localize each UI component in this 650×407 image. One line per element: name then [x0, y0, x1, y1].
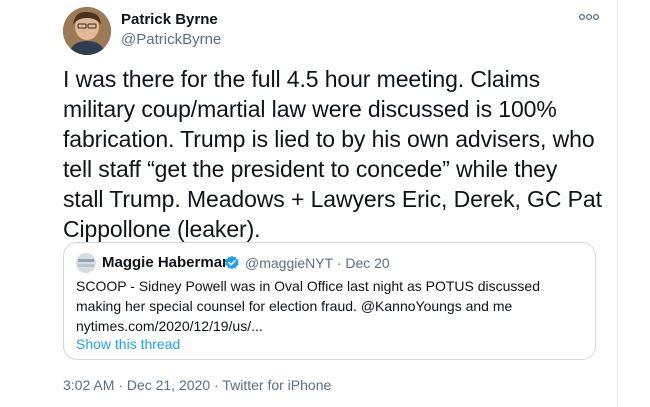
right-column: [618, 0, 650, 407]
more-horizontal-icon[interactable]: [578, 10, 600, 24]
quoted-tweet[interactable]: Maggie Haberman @maggieNYT · Dec 20 SCOO…: [63, 242, 596, 360]
author-name[interactable]: Patrick Byrne: [121, 10, 218, 30]
quoted-meta: @maggieNYT · Dec 20: [245, 253, 390, 273]
tweet-source[interactable]: Twitter for iPhone: [222, 377, 331, 393]
quoted-author-name: Maggie Haberman: [102, 254, 232, 271]
tweet-footer: 3:02 AM · Dec 21, 2020 · Twitter for iPh…: [63, 375, 331, 395]
quoted-author-handle: @maggieNYT: [245, 255, 333, 271]
footer-separator: ·: [118, 377, 123, 393]
tweet-time[interactable]: 3:02 AM: [63, 377, 114, 393]
footer-separator-2: ·: [214, 377, 219, 393]
quoted-date: Dec 20: [345, 255, 390, 271]
quoted-author-avatar: [76, 253, 96, 273]
show-thread-link[interactable]: Show this thread: [76, 334, 180, 354]
quoted-text: SCOOP - Sidney Powell was in Oval Office…: [76, 278, 541, 334]
tweet-text: I was there for the full 4.5 hour meetin…: [63, 66, 602, 242]
author-handle[interactable]: @PatrickByrne: [121, 30, 221, 50]
author-avatar[interactable]: [63, 7, 111, 55]
tweet-date[interactable]: Dec 21, 2020: [127, 377, 210, 393]
meta-separator: ·: [336, 255, 342, 271]
verified-badge-icon: [225, 255, 239, 270]
